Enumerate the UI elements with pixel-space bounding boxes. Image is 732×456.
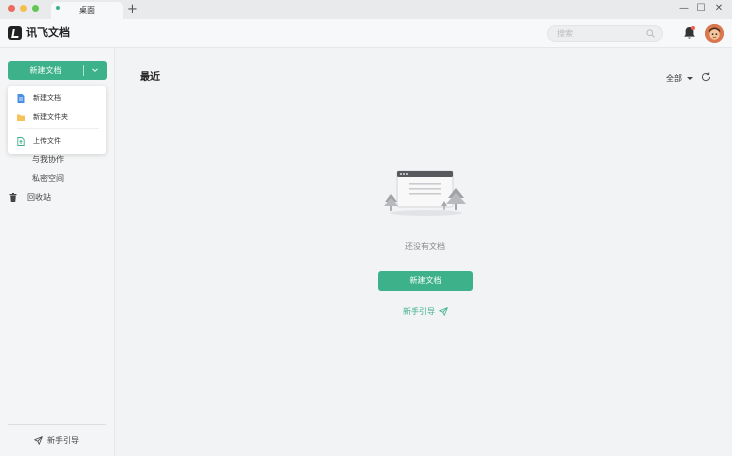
maximize-icon[interactable]: ☐	[694, 2, 708, 16]
add-tab-icon[interactable]: +	[127, 2, 138, 17]
paper-plane-icon	[34, 436, 43, 445]
menu-item-new-document[interactable]: 新建文档	[8, 90, 106, 106]
minimize-icon[interactable]: —	[677, 2, 691, 16]
button-divider	[83, 65, 84, 76]
upload-icon	[17, 137, 25, 146]
paper-plane-icon	[439, 307, 448, 316]
menu-item-label: 上传文件	[33, 137, 61, 145]
folder-icon	[17, 114, 25, 121]
new-menu-dropdown: 新建文档 新建文件夹 上传文件	[8, 86, 106, 154]
search-input[interactable]: 搜索	[547, 25, 663, 42]
menu-item-upload-file[interactable]: 上传文件	[8, 133, 106, 149]
search-icon	[646, 29, 655, 38]
close-window-dot[interactable]	[8, 5, 15, 12]
close-icon[interactable]: ✕	[712, 2, 726, 16]
menu-item-label: 新建文件夹	[33, 113, 68, 121]
filter-dropdown[interactable]: 全部	[666, 73, 682, 84]
sidebar-guide-link[interactable]: 新手引导	[34, 435, 79, 446]
sidebar-guide-label: 新手引导	[47, 436, 79, 445]
sidebar-item-private-space[interactable]: 私密空间	[32, 173, 64, 184]
notification-badge	[691, 26, 695, 30]
sidebar-divider	[8, 424, 106, 425]
title-bar: 桌面 + — ☐ ✕	[0, 0, 732, 19]
document-icon	[17, 94, 25, 103]
sidebar-item-trash[interactable]: 回收站	[27, 192, 51, 203]
refresh-icon[interactable]	[701, 72, 711, 82]
app-header: 讯飞文档 搜索	[0, 19, 732, 48]
beginner-guide-label: 新手引导	[403, 307, 435, 316]
zoom-window-dot[interactable]	[32, 5, 39, 12]
menu-item-label: 新建文档	[33, 94, 61, 102]
empty-state-text: 还没有文档	[405, 242, 445, 251]
chevron-down-icon[interactable]	[90, 65, 100, 75]
menu-divider	[17, 128, 99, 129]
page-title: 最近	[140, 72, 160, 83]
caret-down-icon[interactable]	[687, 77, 693, 80]
tab-desktop[interactable]: 桌面	[51, 2, 123, 19]
create-document-button[interactable]: 新建文档	[378, 271, 473, 291]
menu-item-new-folder[interactable]: 新建文件夹	[8, 109, 106, 125]
app-name: 讯飞文档	[26, 26, 70, 39]
avatar-icon	[705, 24, 724, 43]
avatar[interactable]	[705, 24, 724, 43]
new-document-button-label: 新建文档	[29, 66, 62, 75]
new-document-button[interactable]: 新建文档	[8, 61, 107, 80]
sidebar-item-collaboration[interactable]: 与我协作	[32, 154, 64, 165]
minimize-window-dot[interactable]	[20, 5, 27, 12]
empty-state-illustration	[384, 170, 466, 216]
beginner-guide-link[interactable]: 新手引导	[403, 306, 448, 317]
app-logo-icon	[8, 26, 22, 40]
search-placeholder: 搜索	[557, 29, 573, 38]
trash-icon	[9, 193, 17, 202]
tab-title: 桌面	[79, 6, 95, 15]
